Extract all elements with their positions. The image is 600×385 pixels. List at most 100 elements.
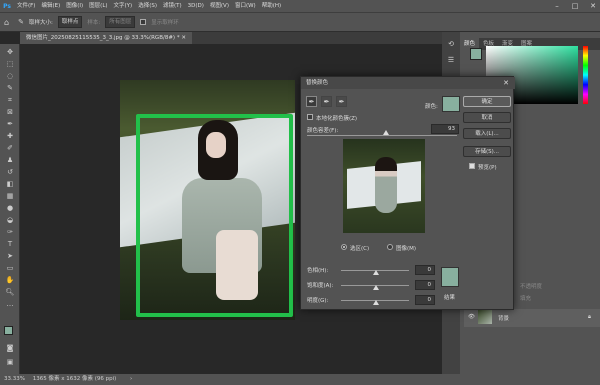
hand-tool-icon[interactable]: ✋: [4, 276, 16, 285]
healing-tool-icon[interactable]: ✚: [4, 132, 16, 141]
properties-panel-icon[interactable]: ☰: [445, 56, 457, 65]
blur-tool-icon[interactable]: ●: [4, 204, 16, 213]
hue-value[interactable]: 0: [415, 265, 435, 275]
radio-image-label: 图像(M): [396, 246, 417, 252]
shape-tool-icon[interactable]: ▭: [4, 264, 16, 273]
lightness-slider-thumb[interactable]: [373, 300, 379, 305]
eyedropper-plus-icon[interactable]: ✒: [321, 96, 332, 107]
menu-3d[interactable]: 3D(D): [185, 0, 207, 12]
options-bar: ⌂ ✎ 取样大小: 取样点 样本: 所有图层 显示取样环: [0, 12, 600, 32]
radio-image[interactable]: [387, 244, 393, 250]
menu-help[interactable]: 帮助(H): [259, 0, 284, 12]
move-tool-icon[interactable]: ✥: [4, 48, 16, 57]
save-button[interactable]: 存储(S)...: [463, 146, 511, 157]
target-color-swatch[interactable]: [442, 96, 460, 112]
status-bar: 33.33% 1365 像素 x 1632 像素 (96 ppi) ›: [0, 374, 600, 385]
type-tool-icon[interactable]: T: [4, 240, 16, 249]
panel-foreground-swatch[interactable]: [470, 48, 482, 60]
radio-selection-label: 选区(C): [350, 246, 370, 252]
layer-thumbnail[interactable]: [478, 310, 492, 324]
brush-tool-icon[interactable]: ✐: [4, 144, 16, 153]
saturation-label: 饱和度(A):: [307, 283, 334, 289]
fuzziness-value[interactable]: 93: [431, 124, 459, 134]
fuzziness-slider-thumb[interactable]: [383, 130, 389, 135]
saturation-value[interactable]: 0: [415, 280, 435, 290]
saturation-slider-thumb[interactable]: [373, 285, 379, 290]
tab-close-icon[interactable]: ✕: [181, 35, 186, 41]
menu-window[interactable]: 窗口(W): [232, 0, 259, 12]
ok-button[interactable]: 确定: [463, 96, 511, 107]
opacity-label: 不透明度: [520, 284, 543, 290]
crop-tool-icon[interactable]: ⌗: [4, 96, 16, 105]
document-tab-title: 微信图片_20250825115535_3_3.jpg @ 33.3%(RGB/…: [26, 35, 180, 41]
load-button[interactable]: 载入(L)...: [463, 128, 511, 139]
path-select-icon[interactable]: ➤: [4, 252, 16, 261]
fuzziness-label: 颜色容差(F):: [307, 128, 339, 134]
history-panel-icon[interactable]: ⟲: [445, 40, 457, 49]
marquee-tool-icon[interactable]: ⬚: [4, 60, 16, 69]
sample-label: 样本:: [87, 20, 101, 26]
result-color-swatch[interactable]: [441, 267, 459, 287]
sample-size-label: 取样大小:: [28, 20, 53, 26]
close-icon[interactable]: ✕: [584, 0, 600, 12]
menu-file[interactable]: 文件(F): [14, 0, 38, 12]
sample-select[interactable]: 所有图层: [105, 16, 136, 28]
layer-name: 背景: [498, 316, 510, 322]
eyedropper-icon[interactable]: ✒: [306, 96, 317, 107]
menu-image[interactable]: 图像(I): [63, 0, 86, 12]
more-tools-icon[interactable]: …: [4, 300, 16, 309]
fuzziness-slider[interactable]: [307, 135, 457, 136]
eyedropper-tool-icon[interactable]: ✎: [18, 18, 24, 26]
preview-checkbox[interactable]: [469, 163, 475, 169]
dialog-title-bar: 替换颜色: [301, 77, 515, 89]
cancel-button[interactable]: 取消: [463, 112, 511, 123]
menu-filter[interactable]: 滤镜(T): [160, 0, 185, 12]
lightness-value[interactable]: 0: [415, 295, 435, 305]
home-icon[interactable]: ⌂: [4, 18, 9, 27]
color-label: 颜色:: [425, 104, 438, 110]
menu-layer[interactable]: 图层(L): [86, 0, 110, 12]
tools-panel: ✥ ⬚ ◌ ✎ ⌗ ⊠ ✒ ✚ ✐ ♟ ↺ ◧ ▦ ● ◒ ✑ T ➤ ▭ ✋ …: [0, 44, 20, 374]
lasso-tool-icon[interactable]: ◌: [4, 72, 16, 81]
menu-view[interactable]: 视图(V): [207, 0, 232, 12]
zoom-tool-icon[interactable]: 🔍︎: [4, 288, 16, 297]
frame-tool-icon[interactable]: ⊠: [4, 108, 16, 117]
menu-bar: Ps 文件(F) 编辑(E) 图像(I) 图层(L) 文字(Y) 选择(S) 滤…: [0, 0, 600, 12]
gradient-tool-icon[interactable]: ▦: [4, 192, 16, 201]
eraser-tool-icon[interactable]: ◧: [4, 180, 16, 189]
document-tab[interactable]: 微信图片_20250825115535_3_3.jpg @ 33.3%(RGB/…: [20, 32, 192, 44]
status-menu-arrow-icon[interactable]: ›: [130, 374, 132, 385]
quick-select-tool-icon[interactable]: ✎: [4, 84, 16, 93]
minimize-icon[interactable]: –: [548, 0, 566, 12]
replace-color-dialog: 替换颜色 ✕ ✒ ✒ ✒ 颜色: 本地化颜色簇(Z) 颜色容差(F): 93 选…: [300, 76, 515, 310]
quick-mask-icon[interactable]: ◙: [4, 344, 16, 353]
pen-tool-icon[interactable]: ✑: [4, 228, 16, 237]
menu-edit[interactable]: 编辑(E): [38, 0, 63, 12]
hue-slider[interactable]: [583, 46, 588, 104]
hue-label: 色相(H):: [307, 268, 329, 274]
menu-type[interactable]: 文字(Y): [111, 0, 136, 12]
localized-clusters-checkbox[interactable]: [307, 114, 313, 120]
stamp-tool-icon[interactable]: ♟: [4, 156, 16, 165]
dialog-close-icon[interactable]: ✕: [503, 77, 509, 89]
fill-label: 填充: [520, 296, 532, 302]
show-ring-checkbox[interactable]: [140, 19, 147, 25]
history-brush-icon[interactable]: ↺: [4, 168, 16, 177]
lock-icon[interactable]: 🔒︎: [588, 314, 591, 321]
radio-selection[interactable]: [341, 244, 347, 250]
eyedropper-icon[interactable]: ✒: [4, 120, 16, 129]
foreground-color-swatch[interactable]: [4, 326, 13, 335]
hue-slider-thumb[interactable]: [373, 270, 379, 275]
maximize-icon[interactable]: □: [566, 0, 584, 12]
eye-icon[interactable]: 👁︎: [468, 314, 475, 320]
show-ring-label: 显示取样环: [151, 20, 179, 26]
green-highlight-frame: [136, 114, 293, 317]
preview-figure-shape: [375, 157, 397, 213]
screen-mode-icon[interactable]: ▣: [4, 358, 16, 367]
eyedropper-minus-icon[interactable]: ✒: [336, 96, 347, 107]
sample-size-select[interactable]: 取样点: [57, 16, 83, 28]
photoshop-logo: Ps: [3, 2, 11, 10]
dodge-tool-icon[interactable]: ◒: [4, 216, 16, 225]
dialog-title: 替换颜色: [306, 80, 329, 86]
menu-select[interactable]: 选择(S): [135, 0, 160, 12]
